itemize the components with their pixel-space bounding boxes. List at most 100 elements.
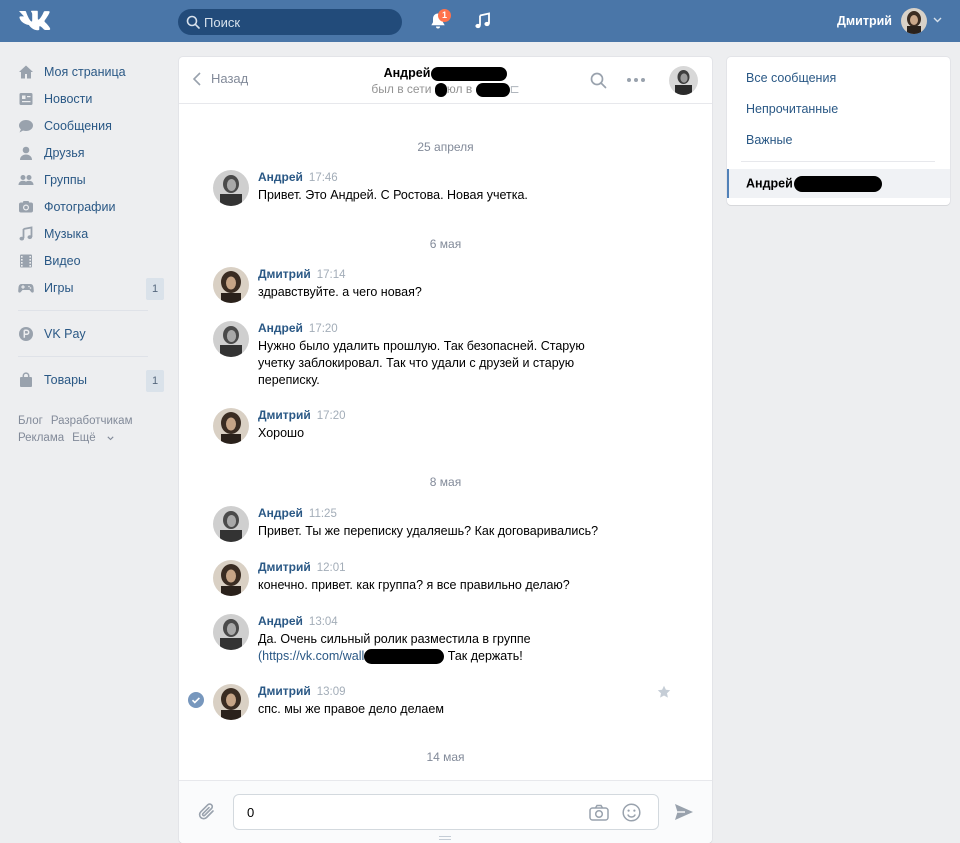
selected-check-icon[interactable] [188,692,204,708]
peer-name-text: Андрей [383,66,431,80]
date-separator: 6 мая [429,237,462,251]
sidebar-item-groups[interactable]: Группы [18,166,166,193]
footer-link-more[interactable]: Ещё [72,432,114,444]
peer-avatar[interactable] [669,66,698,95]
messages-icon [19,119,33,132]
sidebar-item-news[interactable]: Новости [18,85,166,112]
more-actions-icon[interactable] [626,77,646,83]
friends-icon [20,146,32,160]
menu-item-unread[interactable]: Непрочитанные [746,102,838,116]
message-text: Нужно было удалить прошлую. Так безопасн… [258,339,585,387]
avatar-andrey[interactable] [213,506,249,542]
sidebar-item-label: Видео [44,253,81,268]
star-icon[interactable] [657,685,671,699]
sidebar-footer: Блог Разработчикам Реклама Ещё [18,413,166,447]
footer-link-ads[interactable]: Реклама [18,432,64,444]
redacted-surname [793,176,882,192]
menu-item-important[interactable]: Важные [746,133,793,147]
message-author[interactable]: Андрей 17:20 [258,321,338,335]
author-name: Андрей [258,170,303,184]
resize-grip-icon[interactable] [439,836,451,840]
emoji-smile-icon[interactable] [622,803,641,822]
chevron-down-icon[interactable] [933,17,942,23]
message-time: 13:09 [316,686,346,698]
search-input[interactable] [204,9,394,35]
goods-counter-badge: 1 [146,370,164,392]
avatar-andrey[interactable] [213,170,249,206]
attach-paperclip-icon[interactable] [197,801,217,823]
camera-icon[interactable] [589,804,609,821]
chat-header: Назад Андрей был в сети юл в ⊏ [179,57,712,104]
date-separator: 8 мая [429,475,462,489]
sidebar-divider [18,356,148,357]
sidebar-item-video[interactable]: Видео [18,247,166,274]
search-box[interactable] [178,9,402,35]
current-user-avatar[interactable] [901,8,927,34]
message-text: Привет. Это Андрей. С Ростова. Новая уче… [258,188,528,202]
redacted-status [434,82,447,97]
menu-divider [741,161,935,162]
message-text: спс. мы же правое дело делаем [258,702,444,716]
notifications-badge: 1 [438,9,451,22]
sidebar-item-label: VK Pay [44,326,86,341]
avatar-dmitriy[interactable] [213,684,249,720]
music-player-icon[interactable] [474,12,492,30]
video-icon [20,254,32,267]
menu-item-active-dialog[interactable]: Андрей [727,169,950,198]
message-time: 17:20 [308,323,338,335]
chevron-down-icon [107,436,114,441]
message-composer: 0 [179,780,712,843]
message-author[interactable]: Андрей 13:04 [258,614,338,628]
avatar-dmitriy[interactable] [213,267,249,303]
footer-link-blog[interactable]: Блог [18,415,43,427]
search-icon [186,15,200,29]
peer-status-mid: юл в [446,82,473,96]
author-name: Андрей [258,321,303,335]
sidebar-item-photos[interactable]: Фотографии [18,193,166,220]
avatar-dmitriy[interactable] [213,408,249,444]
sidebar-item-messages[interactable]: Сообщения [18,112,166,139]
current-user-name[interactable]: Дмитрий [837,14,892,28]
message-text: Да. Очень сильный ролик разместила в гру… [258,631,678,665]
message-author[interactable]: Андрей 17:46 [258,170,338,184]
author-name: Андрей [258,506,303,520]
author-name: Дмитрий [258,684,311,698]
sidebar-item-goods[interactable]: Товары 1 [18,366,166,393]
games-icon [18,283,34,293]
sidebar-item-friends[interactable]: Друзья [18,139,166,166]
avatar-andrey[interactable] [213,321,249,357]
message-text: здравствуйте. а чего новая? [258,285,422,299]
vk-logo-icon[interactable] [18,10,52,32]
message-author[interactable]: Андрей 11:25 [258,506,337,520]
sidebar-item-games[interactable]: Игры 1 [18,274,166,301]
sidebar-item-vk-pay[interactable]: VK Pay [18,320,166,347]
sidebar-item-label: Друзья [44,145,85,160]
footer-link-developers[interactable]: Разработчикам [51,415,133,427]
sidebar-item-my-page[interactable]: Моя страница [18,58,166,85]
author-name: Андрей [258,614,303,628]
message-author[interactable]: Дмитрий 17:14 [258,267,346,281]
sidebar-item-label: Музыка [44,226,89,241]
message-author[interactable]: Дмитрий 13:09 [258,684,346,698]
message-author[interactable]: Дмитрий 12:01 [258,560,346,574]
avatar-andrey[interactable] [213,614,249,650]
message-link[interactable]: (https://vk.com/wall [258,649,364,663]
search-in-chat-icon[interactable] [590,72,607,89]
redacted-link-part [364,649,445,665]
sidebar-item-label: Игры [44,280,74,295]
message-text-tail: Так держать! [447,649,523,663]
message-author[interactable]: Дмитрий 17:20 [258,408,346,422]
message-time: 12:01 [316,562,346,574]
menu-item-all-messages[interactable]: Все сообщения [746,71,836,85]
sidebar-divider [18,310,148,311]
message-input[interactable]: 0 [233,794,659,830]
message-text: Хорошо [258,426,305,440]
message-text-line: Да. Очень сильный ролик разместила в гру… [258,632,531,646]
sidebar-item-music[interactable]: Музыка [18,220,166,247]
message-time: 13:04 [308,616,338,628]
footer-more-label: Ещё [72,432,96,444]
avatar-dmitriy[interactable] [213,560,249,596]
send-arrow-icon[interactable] [674,803,694,821]
goods-icon [20,371,32,387]
chat-panel: Назад Андрей был в сети юл в ⊏ 25 апреля… [179,57,712,843]
